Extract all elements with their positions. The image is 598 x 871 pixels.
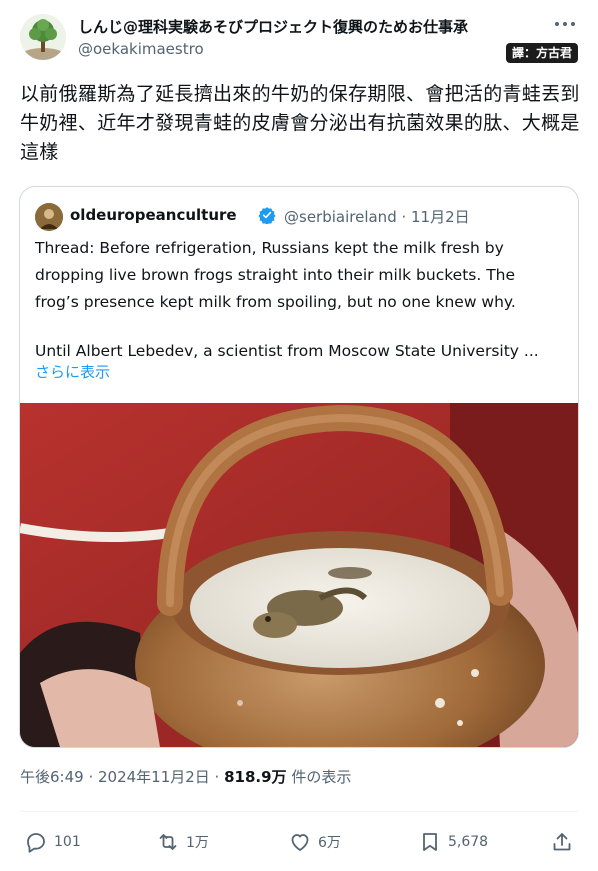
author-avatar[interactable] xyxy=(20,14,66,60)
tweet-meta: 午後6:49 · 2024年11月2日 · 818.9万 件の表示 xyxy=(20,766,351,787)
tree-avatar-icon xyxy=(20,14,66,60)
milk-jug-frog-photo[interactable] xyxy=(20,403,578,747)
quoted-handle-date: @serbiaireland · 11月2日 xyxy=(284,208,470,226)
bookmark-count: 5,678 xyxy=(448,834,489,850)
divider xyxy=(20,811,578,812)
view-count: 818.9万 xyxy=(224,768,287,786)
show-more-link[interactable]: さらに表示 xyxy=(35,361,110,382)
quoted-author-avatar[interactable] xyxy=(35,203,63,231)
timestamp[interactable]: 午後6:49 · 2024年11月2日 · xyxy=(20,768,224,786)
reply-button[interactable]: 101 xyxy=(24,828,81,856)
author-handle[interactable]: @oekakimaestro xyxy=(78,40,204,58)
tweet-detail: しんじ@理科実験あそびプロジェクト復興のためお仕事承 @oekakimaestr… xyxy=(0,0,598,871)
quoted-tweet-card[interactable]: oldeuropeanculture @serbiaireland · 11月2… xyxy=(19,186,579,748)
translator-badge: 譯：方古君 xyxy=(505,43,578,63)
retweet-button[interactable]: 1万 xyxy=(156,828,209,856)
share-icon xyxy=(553,833,571,851)
quoted-text: Thread: Before refrigeration, Russians k… xyxy=(35,235,563,365)
more-options-button[interactable] xyxy=(552,14,578,34)
verified-badge-icon xyxy=(258,206,276,225)
quoted-paragraph-1: Thread: Before refrigeration, Russians k… xyxy=(35,239,516,311)
view-count-label: 件の表示 xyxy=(286,768,352,786)
bookmark-button[interactable]: 5,678 xyxy=(418,828,488,856)
reply-icon xyxy=(27,833,45,853)
like-count: 6万 xyxy=(318,835,341,851)
more-dots-icon xyxy=(555,22,575,26)
retweet-count: 1万 xyxy=(186,835,209,851)
heart-icon xyxy=(291,834,309,851)
author-name[interactable]: しんじ@理科実験あそびプロジェクト復興のためお仕事承 xyxy=(78,16,468,37)
quoted-author-name[interactable]: oldeuropeanculture xyxy=(70,206,237,224)
reply-count: 101 xyxy=(54,834,81,850)
like-button[interactable]: 6万 xyxy=(288,828,341,856)
portrait-avatar-icon xyxy=(35,203,63,231)
bookmark-icon xyxy=(423,833,437,851)
share-button[interactable] xyxy=(550,828,574,856)
tweet-text: 以前俄羅斯為了延長擠出來的牛奶的保存期限、會把活的青蛙丟到牛奶裡、近年才發現青蛙… xyxy=(20,83,580,163)
retweet-icon xyxy=(159,834,177,850)
quoted-paragraph-2: Until Albert Lebedev, a scientist from M… xyxy=(35,342,539,360)
